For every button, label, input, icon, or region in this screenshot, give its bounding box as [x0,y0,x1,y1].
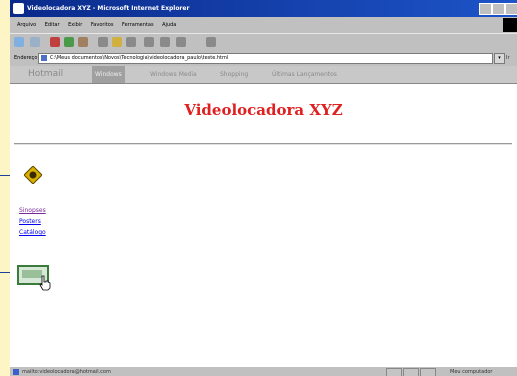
home-icon[interactable] [78,37,88,47]
logo-diamond-icon [24,166,42,184]
link-shopping[interactable]: Shopping [220,66,248,83]
link-hotmail[interactable]: Hotmail [28,66,63,83]
links-bar: Hotmail Windows Windows Media Shopping Ú… [10,66,517,84]
link-windows-media[interactable]: Windows Media [150,66,197,83]
edit-icon[interactable] [176,37,186,47]
search-icon[interactable] [98,37,108,47]
nav-link-catalogo[interactable]: Catálogo [19,229,46,236]
link-updates[interactable]: Últimas Lançamentos [272,66,337,83]
minimize-button[interactable] [479,3,492,15]
favorites-icon[interactable] [112,37,122,47]
mail-icon[interactable] [144,37,154,47]
title-bar: Videolocadora XYZ - Microsoft Internet E… [10,0,517,17]
discuss-icon[interactable] [206,37,216,47]
menu-exibir[interactable]: Exibir [68,22,82,28]
menu-ferramentas[interactable]: Ferramentas [122,22,154,28]
browser-window: Videolocadora XYZ - Microsoft Internet E… [10,0,517,376]
address-dropdown-button[interactable]: ▾ [494,53,505,64]
print-icon[interactable] [160,37,170,47]
menu-ajuda[interactable]: Ajuda [162,22,176,28]
link-windows[interactable]: Windows [92,66,125,83]
nav-link-posters[interactable]: Posters [19,218,41,225]
history-icon[interactable] [126,37,136,47]
close-button[interactable] [505,3,517,15]
maximize-button[interactable] [492,3,505,15]
page-title: Videolocadora XYZ [184,101,343,119]
address-input[interactable]: C:\Meus documentos\Novos\Tecnologia\vide… [38,53,493,64]
status-bar: mailto:videolocadora@hotmail.com Meu com… [10,366,517,376]
address-url: C:\Meus documentos\Novos\Tecnologia\vide… [50,55,229,61]
security-zone: Meu computador [450,369,493,375]
nav-link-sinopses[interactable]: Sinopses [19,207,46,214]
menu-bar: Arquivo Editar Exibir Favoritos Ferramen… [10,17,517,33]
status-text: mailto:videolocadora@hotmail.com [22,369,111,375]
forward-icon[interactable] [30,37,40,47]
status-pane [386,368,402,376]
page-content: Videolocadora XYZ Sinopses Posters Catál… [10,84,517,366]
status-page-icon [13,369,19,375]
throbber-icon [503,18,517,32]
ie-logo-icon [13,3,24,14]
toolbar [10,33,517,51]
menu-favoritos[interactable]: Favoritos [91,22,114,28]
menu-editar[interactable]: Editar [45,22,60,28]
horizontal-rule [14,143,512,145]
back-icon[interactable] [14,37,24,47]
stop-icon[interactable] [50,37,60,47]
window-title: Videolocadora XYZ - Microsoft Internet E… [27,5,190,12]
status-pane [420,368,436,376]
address-bar: Endereço C:\Meus documentos\Novos\Tecnol… [10,51,517,65]
refresh-icon[interactable] [64,37,74,47]
status-pane [403,368,419,376]
hand-cursor-icon [39,275,51,291]
go-button[interactable]: Ir [506,51,510,65]
page-icon [41,55,47,61]
address-label: Endereço [14,55,38,61]
menu-arquivo[interactable]: Arquivo [17,22,36,28]
